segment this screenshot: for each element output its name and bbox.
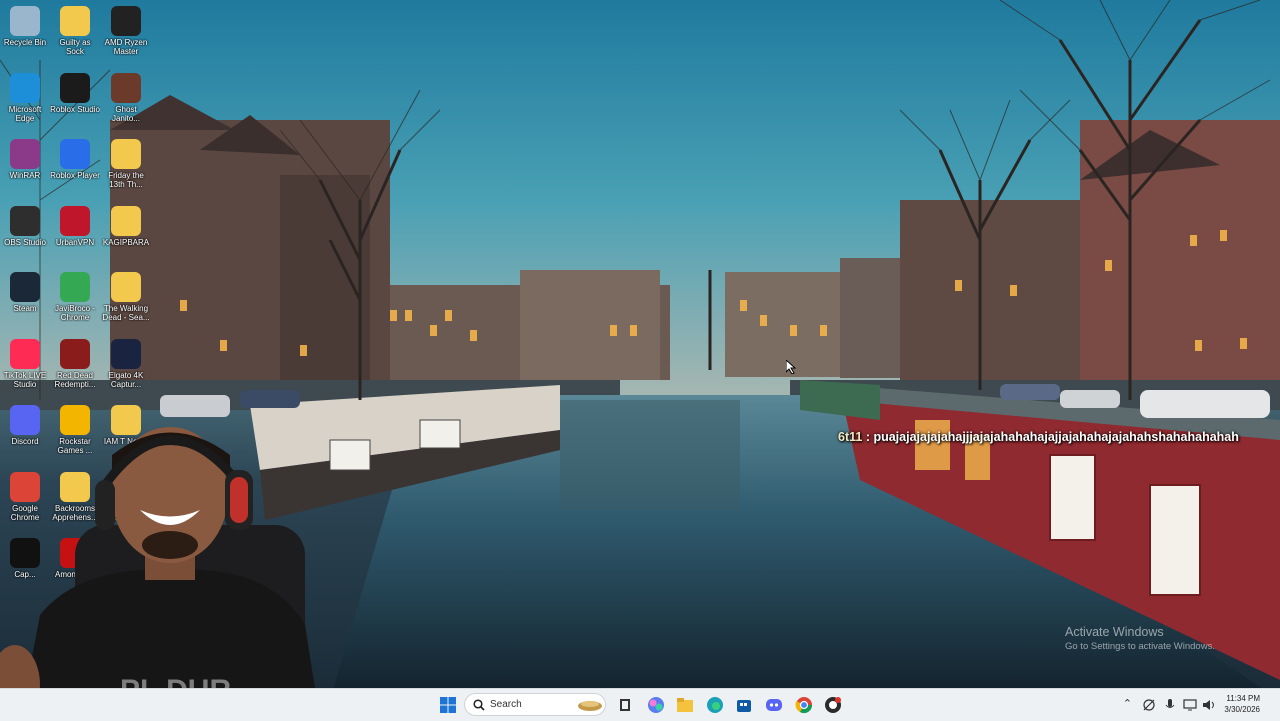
desktop-icon-label: JaviBroco - Chrome [54, 304, 95, 322]
desktop-icon-label: AMD Ryzen Master [104, 38, 148, 56]
desktop-icon[interactable]: Recycle Bin [0, 2, 50, 66]
desktop-icon[interactable]: Guilty as Sock [50, 2, 100, 66]
ghost-janitor-icon [111, 72, 141, 103]
desktop-icon[interactable]: Elgato 4K Captur... [101, 335, 151, 399]
desktop-icon[interactable]: Ghost Janito... [101, 69, 151, 133]
desktop-icon-label: OBS Studio [4, 237, 46, 247]
folder-icon [111, 139, 141, 169]
obs-icon[interactable] [823, 695, 843, 715]
volume-icon[interactable] [1202, 698, 1216, 712]
desktop-icon-label: Ghost Janito... [111, 104, 140, 123]
amd-ryzen-icon [111, 6, 141, 36]
chat-text: puajajajajajahajjjajajahahahajajjajahaha… [873, 430, 1239, 444]
desktop-icon[interactable]: TikTok LIVE Studio [0, 335, 50, 399]
mouse-cursor-icon [786, 360, 796, 374]
watermark-title: Activate Windows [1065, 625, 1164, 639]
edge-icon[interactable] [705, 695, 725, 715]
desktop-icon[interactable]: JaviBroco - Chrome [50, 268, 100, 332]
roblox-studio-icon [60, 72, 90, 103]
desktop-icon-label: Red Dead Redempti... [54, 370, 96, 389]
watermark-subtitle: Go to Settings to activate Windows. [1065, 641, 1215, 652]
desktop-icon[interactable]: KAGIPBARA [101, 202, 151, 266]
chat-message: 6t11 : puajajajajajahajjjajajahahahajajj… [838, 430, 1239, 444]
network-off-icon[interactable] [1142, 698, 1156, 712]
desktop-icon-label: WinRAR [9, 171, 41, 180]
chat-username: 6t11 [838, 430, 863, 444]
taskbar: Search ⌃ 11:34 PM 3/30/2026 [0, 688, 1280, 721]
desktop-icon-label: Steam [13, 304, 37, 313]
desktop-icon[interactable]: Roblox Player [50, 135, 100, 199]
desktop-icon[interactable]: Steam [0, 268, 50, 332]
folder-icon [60, 6, 90, 36]
widgets-icon [578, 701, 602, 711]
folder-icon [111, 205, 141, 236]
desktop-icon-label: Friday the 13th Th... [108, 171, 144, 189]
file-explorer-icon[interactable] [675, 695, 695, 715]
discord-icon[interactable] [764, 695, 784, 715]
red-dead-icon [60, 338, 90, 369]
desktop-icon-label: Guilty as Sock [59, 38, 91, 56]
steam-icon [10, 272, 40, 302]
search-icon [473, 699, 485, 711]
desktop-icon-label: TikTok LIVE Studio [3, 370, 47, 389]
desktop-icon-label: Roblox Studio [50, 104, 100, 114]
chrome-icon [60, 272, 90, 302]
elgato-4k-icon [111, 338, 141, 369]
tiktok-icon [10, 338, 40, 369]
chat-separator: : [862, 430, 874, 444]
activate-windows-watermark: Activate Windows Go to Settings to activ… [1065, 625, 1215, 652]
desktop-icon[interactable]: The Walking Dead - Sea... [101, 268, 151, 332]
microphone-icon[interactable] [1164, 698, 1176, 712]
desktop-icon[interactable]: UrbanVPN [50, 202, 100, 266]
desktop-icon[interactable]: AMD Ryzen Master [101, 2, 151, 66]
streamer-figure: PL DUR [0, 427, 320, 720]
windows-start-icon[interactable] [438, 695, 458, 715]
desktop-icon[interactable]: OBS Studio [0, 202, 50, 266]
desktop-icon[interactable]: WinRAR [0, 135, 50, 199]
recycle-bin-icon [10, 6, 40, 36]
desktop-icon[interactable]: Red Dead Redempti... [50, 335, 100, 399]
clock-date: 3/30/2026 [1224, 705, 1260, 714]
microsoft-store-icon[interactable] [734, 695, 754, 715]
desktop-icon-label: Microsoft Edge [8, 104, 42, 123]
clock-time: 11:34 PM [1226, 694, 1260, 703]
webcam-overlay: PL DUR [0, 395, 330, 720]
search-placeholder: Search [490, 699, 522, 710]
desktop-icon-label: KAGIPBARA [102, 237, 150, 247]
obs-icon [10, 205, 40, 236]
desktop-icon-label: Elgato 4K Captur... [108, 370, 144, 389]
winrar-icon [10, 139, 40, 169]
copilot-icon[interactable] [646, 695, 666, 715]
urbanvpn-icon [60, 205, 90, 236]
display-icon[interactable] [1183, 698, 1197, 712]
desktop-icon-label: Recycle Bin [3, 38, 47, 47]
task-view-icon[interactable] [615, 695, 635, 715]
folder-icon [111, 272, 141, 302]
roblox-player-icon [60, 139, 90, 169]
desktop-icon[interactable]: Microsoft Edge [0, 69, 50, 133]
taskbar-search-box[interactable]: Search [464, 693, 606, 716]
desktop-icon[interactable]: Roblox Studio [50, 69, 100, 133]
chrome-icon[interactable] [794, 695, 814, 715]
desktop-icon-label: UrbanVPN [55, 237, 95, 247]
chevron-up-icon[interactable]: ⌃ [1123, 697, 1132, 710]
desktop-icon[interactable]: Friday the 13th Th... [101, 135, 151, 199]
desktop-icon-label: Roblox Player [50, 171, 100, 180]
desktop-icon-label: The Walking Dead - Sea... [102, 304, 150, 322]
taskbar-clock[interactable]: 11:34 PM 3/30/2026 [1224, 693, 1260, 715]
edge-icon [10, 72, 40, 103]
